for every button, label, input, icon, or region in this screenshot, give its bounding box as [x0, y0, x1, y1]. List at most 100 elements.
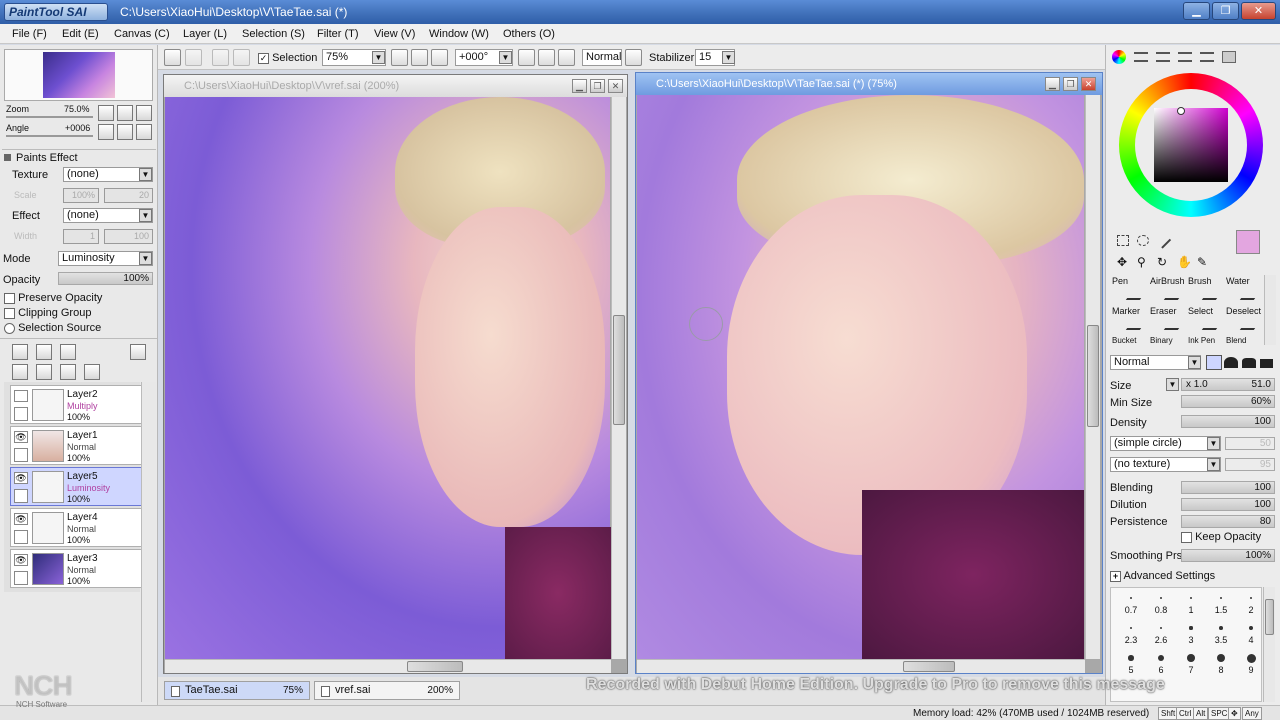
brush-preset-size[interactable]: 1: [1177, 605, 1205, 615]
clipping-group-checkbox[interactable]: [4, 307, 15, 319]
brush-preset-size[interactable]: 5: [1117, 665, 1145, 675]
maximize-button[interactable]: ❐: [1212, 2, 1239, 20]
color-wheel-icon[interactable]: [1112, 50, 1126, 64]
zoom-out-button[interactable]: [391, 49, 408, 66]
lock-toggle[interactable]: [14, 448, 28, 462]
layer-item-layer3[interactable]: 👁 Layer3 Normal 100%: [10, 549, 142, 588]
brush-shape-round[interactable]: [1224, 357, 1238, 368]
tool-blend[interactable]: Blend: [1224, 335, 1261, 345]
tool-bucket[interactable]: Bucket: [1110, 335, 1147, 345]
minimize-button[interactable]: ▁: [1183, 2, 1210, 20]
chevron-down-icon[interactable]: ▼: [139, 168, 152, 181]
zoom-slider[interactable]: [6, 116, 93, 118]
vertical-scrollbar[interactable]: [1085, 95, 1100, 659]
canvas-maximize-button[interactable]: ❐: [590, 79, 605, 93]
close-button[interactable]: ✕: [1241, 2, 1276, 20]
menu-window[interactable]: Window (W): [429, 28, 489, 40]
current-color-swatch[interactable]: [1236, 230, 1260, 254]
preserve-opacity-option[interactable]: Preserve Opacity: [4, 292, 102, 304]
color-picker-marker[interactable]: [1177, 107, 1185, 115]
brush-preset-size[interactable]: 2.3: [1117, 635, 1145, 645]
brush-preset-size[interactable]: 7: [1177, 665, 1205, 675]
eyedropper-icon[interactable]: ✎: [1197, 255, 1207, 269]
chevron-down-icon[interactable]: ▼: [1207, 437, 1220, 450]
brush-preset-size[interactable]: 3: [1177, 635, 1205, 645]
brush-preset-size[interactable]: 2: [1237, 605, 1265, 615]
undo-button[interactable]: [164, 49, 181, 66]
angle-slider[interactable]: [6, 135, 93, 137]
horizontal-scrollbar[interactable]: [637, 659, 1085, 673]
color-wheel[interactable]: [1119, 73, 1263, 217]
brush-shape-soft[interactable]: [1242, 358, 1256, 368]
blending-slider[interactable]: 100: [1181, 481, 1275, 494]
brush-icon[interactable]: [14, 489, 28, 503]
layer-item-layer5[interactable]: 👁 Layer5 Luminosity 100%: [10, 467, 142, 506]
dilution-slider[interactable]: 100: [1181, 498, 1275, 511]
hsv-slider-icon[interactable]: [1156, 52, 1170, 62]
brush-preset-size[interactable]: 0.7: [1117, 605, 1145, 615]
brush-preset-size[interactable]: 6: [1147, 665, 1175, 675]
menu-edit[interactable]: Edit (E): [62, 28, 99, 40]
rotate-icon[interactable]: ↻: [1157, 255, 1167, 269]
eye-icon[interactable]: 👁: [14, 554, 28, 566]
tool-eraser[interactable]: Eraser: [1148, 305, 1185, 333]
canvas-minimize-button[interactable]: ▁: [572, 79, 587, 93]
brush-preset-size[interactable]: 4: [1237, 635, 1265, 645]
size-slider[interactable]: x 1.0 51.0: [1181, 378, 1275, 391]
paints-effect-header[interactable]: Paints Effect: [2, 149, 156, 164]
blend-mode-select[interactable]: Normal: [582, 49, 622, 66]
merge-down-button[interactable]: [36, 364, 52, 380]
tool-airbrush[interactable]: AirBrush: [1148, 275, 1185, 303]
tool-deselect[interactable]: Deselect: [1224, 305, 1261, 333]
tab-taetae[interactable]: TaeTae.sai 75%: [164, 681, 310, 700]
brush-preset-size[interactable]: 2.6: [1147, 635, 1175, 645]
new-linework-layer-button[interactable]: [36, 344, 52, 360]
eye-icon[interactable]: 👁: [14, 472, 28, 484]
canvas-window-vref[interactable]: C:\Users\XiaoHui\Desktop\V\vref.sai (200…: [163, 74, 628, 674]
rotate-left-button[interactable]: [518, 49, 535, 66]
saturation-value-square[interactable]: [1154, 108, 1228, 182]
tool-ink-pen[interactable]: Ink Pen: [1186, 335, 1223, 345]
chevron-down-icon[interactable]: ▼: [1207, 458, 1220, 471]
canvas-maximize-button[interactable]: ❐: [1063, 77, 1078, 91]
trash-icon[interactable]: [84, 364, 100, 380]
menu-canvas[interactable]: Canvas (C): [114, 28, 170, 40]
magic-wand-icon[interactable]: [1154, 232, 1172, 249]
lasso-icon[interactable]: [1137, 235, 1149, 246]
nav-zoom-out-button[interactable]: [98, 105, 114, 121]
brush-texture-select[interactable]: (no texture): [1110, 457, 1221, 472]
hand-icon[interactable]: ✋: [1177, 255, 1192, 269]
vertical-scrollbar[interactable]: [611, 97, 626, 659]
zoom-reset-button[interactable]: [431, 49, 448, 66]
layer-item-layer2[interactable]: Layer2 Multiply 100%: [10, 385, 142, 424]
menu-view[interactable]: View (V): [374, 28, 415, 40]
rect-select-icon[interactable]: [1117, 235, 1129, 246]
zoom-in-button[interactable]: [411, 49, 428, 66]
persistence-slider[interactable]: 80: [1181, 515, 1275, 528]
eye-icon[interactable]: 👁: [14, 513, 28, 525]
density-slider[interactable]: 100: [1181, 415, 1275, 428]
chevron-down-icon[interactable]: ▼: [139, 252, 152, 265]
nav-zoom-fit-button[interactable]: [136, 105, 152, 121]
tool-marker[interactable]: Marker: [1110, 305, 1147, 333]
rgb-slider-icon[interactable]: [1134, 52, 1148, 62]
visibility-toggle[interactable]: [14, 390, 28, 402]
brush-preset-size[interactable]: 8: [1207, 665, 1235, 675]
zoom-icon[interactable]: ⚲: [1137, 255, 1146, 269]
clear-layer-button[interactable]: [60, 364, 76, 380]
tool-pen[interactable]: Pen: [1110, 275, 1147, 303]
menu-others[interactable]: Others (O): [503, 28, 555, 40]
selection-source-option[interactable]: Selection Source: [4, 322, 101, 334]
chevron-down-icon[interactable]: ▼: [499, 51, 512, 64]
brush-preset-size[interactable]: 1.5: [1207, 605, 1235, 615]
invert-selection-button[interactable]: [233, 49, 250, 66]
preserve-opacity-checkbox[interactable]: [4, 292, 15, 304]
rotate-reset-button[interactable]: [558, 49, 575, 66]
scroll-thumb[interactable]: [1265, 599, 1274, 635]
menu-selection[interactable]: Selection (S): [242, 28, 305, 40]
brush-shape-sharp[interactable]: [1206, 355, 1222, 370]
menu-filter[interactable]: Filter (T): [317, 28, 359, 40]
brush-preset-size[interactable]: 3.5: [1207, 635, 1235, 645]
new-layer-button[interactable]: [12, 344, 28, 360]
selection-toggle[interactable]: ✓ Selection: [258, 52, 317, 64]
